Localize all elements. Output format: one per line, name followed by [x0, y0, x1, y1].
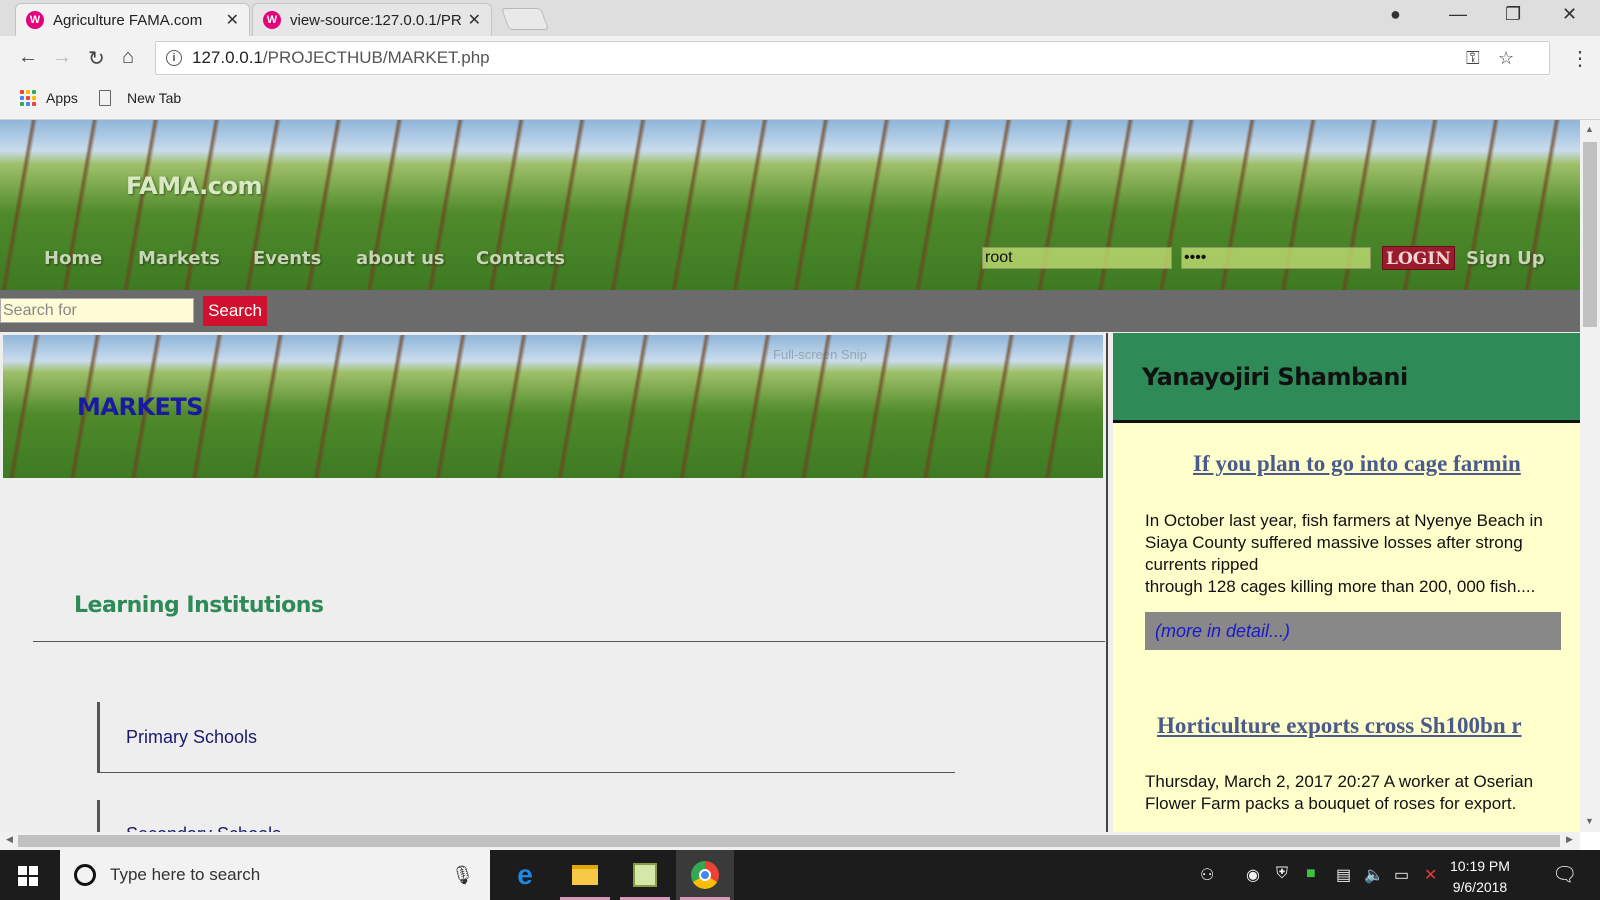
browser-toolbar: ← → ↻ ⌂ i 127.0.0.1/PROJECTHUB/MARKET.ph…	[0, 36, 1600, 82]
url-host: 127.0.0.1	[192, 48, 263, 67]
wamp-favicon-icon: W	[26, 11, 44, 29]
bookmark-label: Apps	[46, 90, 78, 106]
list-item-primary-schools[interactable]: Primary Schools	[97, 702, 955, 773]
home-icon[interactable]: ⌂	[122, 46, 134, 69]
section-title: Learning Institutions	[74, 593, 324, 618]
shield-icon[interactable]: ⛨	[1276, 865, 1288, 883]
chrome-icon[interactable]	[676, 850, 734, 900]
url-path: /PROJECTHUB/MARKET.php	[262, 48, 490, 67]
nav-markets[interactable]: Markets	[138, 248, 220, 269]
tray-app-icon[interactable]: ◉	[1246, 865, 1260, 885]
maximize-icon[interactable]: ❐	[1505, 4, 1521, 25]
nav-events[interactable]: Events	[253, 248, 321, 269]
system-clock[interactable]: 10:19 PM 9/6/2018	[1450, 856, 1510, 898]
more-detail-link[interactable]: (more in detail...)	[1155, 621, 1290, 642]
people-icon[interactable]: ⚇	[1200, 865, 1214, 885]
close-tab-icon[interactable]: ✕	[468, 10, 481, 30]
bookmark-new-tab[interactable]: New Tab	[99, 90, 181, 106]
bookmarks-bar: Apps New Tab	[0, 82, 1600, 120]
section-divider	[33, 641, 1105, 642]
site-info-icon[interactable]: i	[166, 50, 182, 66]
banner-ghost-text: Full-screen Snip	[773, 347, 867, 362]
file-explorer-icon[interactable]	[556, 850, 614, 900]
sidebar-heading: Yanayojiri Shambani	[1142, 363, 1408, 391]
wamp-favicon-icon: W	[263, 11, 281, 29]
profile-icon[interactable]: ●	[1390, 4, 1401, 25]
username-input[interactable]: root	[982, 247, 1172, 269]
bookmark-apps[interactable]: Apps	[20, 90, 78, 106]
page-icon	[99, 90, 111, 106]
horizontal-scroll-thumb[interactable]	[18, 835, 1560, 847]
signup-link[interactable]: Sign Up	[1466, 248, 1545, 269]
header-hero: FAMA.com Home Markets Events about us Co…	[0, 120, 1580, 290]
apps-grid-icon	[20, 90, 36, 106]
tab-view-source[interactable]: W view-source:127.0.0.1/PR ✕	[252, 3, 492, 36]
login-button[interactable]: LOGIN	[1382, 246, 1455, 270]
browser-menu-icon[interactable]: ⋮	[1570, 46, 1590, 71]
network-icon[interactable]: ▤	[1336, 865, 1351, 885]
taskbar-search-box[interactable]: Type here to search 🎙	[60, 850, 490, 900]
clock-time: 10:19 PM	[1450, 858, 1510, 874]
search-button[interactable]: Search	[203, 296, 267, 326]
tab-title: Agriculture FAMA.com	[53, 11, 203, 29]
nav-contacts[interactable]: Contacts	[476, 248, 565, 269]
list-item-secondary-schools[interactable]: Secondary Schools	[97, 800, 955, 832]
page-viewport: FAMA.com Home Markets Events about us Co…	[0, 120, 1580, 832]
tab-title: view-source:127.0.0.1/PR	[290, 11, 462, 29]
close-window-icon[interactable]: ✕	[1562, 4, 1577, 25]
horizontal-scrollbar[interactable]: ◀ ▶	[0, 832, 1580, 850]
scroll-down-icon[interactable]: ▼	[1585, 816, 1594, 826]
news-title-link[interactable]: Horticulture exports cross Sh100bn r	[1157, 713, 1522, 739]
reload-icon[interactable]: ↻	[88, 46, 105, 71]
vertical-scrollbar[interactable]: ▲ ▼	[1580, 120, 1600, 832]
edge-icon[interactable]: e	[496, 850, 554, 900]
news-body: Thursday, March 2, 2017 20:27 A worker a…	[1145, 772, 1534, 813]
bookmark-label: New Tab	[127, 90, 182, 106]
markets-banner: MARKETS Full-screen Snip	[3, 335, 1103, 478]
back-arrow-icon[interactable]: ←	[18, 46, 38, 69]
news-body: In October last year, fish farmers at Ny…	[1145, 511, 1543, 596]
institution-label: Secondary Schools	[126, 824, 281, 832]
clock-date: 9/6/2018	[1452, 879, 1508, 895]
notifications-icon[interactable]: 🗨	[1552, 862, 1577, 887]
banner-title: MARKETS	[77, 393, 204, 421]
password-input[interactable]: ••••	[1181, 247, 1371, 269]
volume-icon[interactable]: 🔈	[1364, 865, 1384, 885]
nav-about-us[interactable]: about us	[356, 248, 445, 269]
scroll-left-icon[interactable]: ◀	[6, 834, 13, 845]
wifi-off-icon[interactable]: ✕	[1424, 865, 1437, 885]
windows-taskbar: Type here to search 🎙 e ⚇ ◉ ⛨ ■ ▤ 🔈 ▭ ✕ …	[0, 850, 1600, 900]
forward-arrow-icon[interactable]: →	[52, 46, 72, 69]
more-detail-box: (more in detail...)	[1145, 612, 1561, 650]
close-tab-icon[interactable]: ✕	[226, 10, 239, 30]
taskbar-search-placeholder: Type here to search	[110, 865, 261, 884]
news-sidebar: Yanayojiri Shambani If you plan to go in…	[1113, 333, 1580, 832]
scroll-right-icon[interactable]: ▶	[1566, 834, 1573, 845]
sidebar-header: Yanayojiri Shambani	[1113, 333, 1580, 423]
search-bar: Search for Search	[0, 290, 1580, 332]
nav-home[interactable]: Home	[44, 248, 102, 269]
scroll-up-icon[interactable]: ▲	[1585, 124, 1594, 134]
institution-label: Primary Schools	[126, 727, 258, 747]
sublime-text-icon[interactable]	[616, 850, 674, 900]
vertical-scroll-thumb[interactable]	[1583, 142, 1597, 327]
tab-agriculture-fama[interactable]: W Agriculture FAMA.com ✕	[15, 3, 250, 36]
battery-icon[interactable]: ▭	[1394, 865, 1409, 885]
site-logo[interactable]: FAMA.com	[126, 172, 262, 200]
news-title-link[interactable]: If you plan to go into cage farmin	[1193, 451, 1521, 477]
address-bar[interactable]: i 127.0.0.1/PROJECTHUB/MARKET.php ⚿ ☆	[155, 41, 1550, 75]
browser-tab-strip: W Agriculture FAMA.com ✕ W view-source:1…	[0, 0, 1600, 36]
search-input[interactable]: Search for	[0, 298, 194, 323]
cortana-icon[interactable]	[74, 864, 96, 886]
new-tab-button[interactable]	[500, 8, 550, 30]
microphone-icon[interactable]: 🎙	[451, 865, 474, 886]
windows-start-icon[interactable]	[18, 866, 38, 886]
column-divider	[1106, 333, 1108, 832]
key-icon[interactable]: ⚿	[1466, 48, 1480, 69]
wamp-tray-icon[interactable]: ■	[1306, 865, 1316, 883]
minimize-icon[interactable]: —	[1449, 4, 1467, 25]
bookmark-star-icon[interactable]: ☆	[1498, 48, 1514, 69]
